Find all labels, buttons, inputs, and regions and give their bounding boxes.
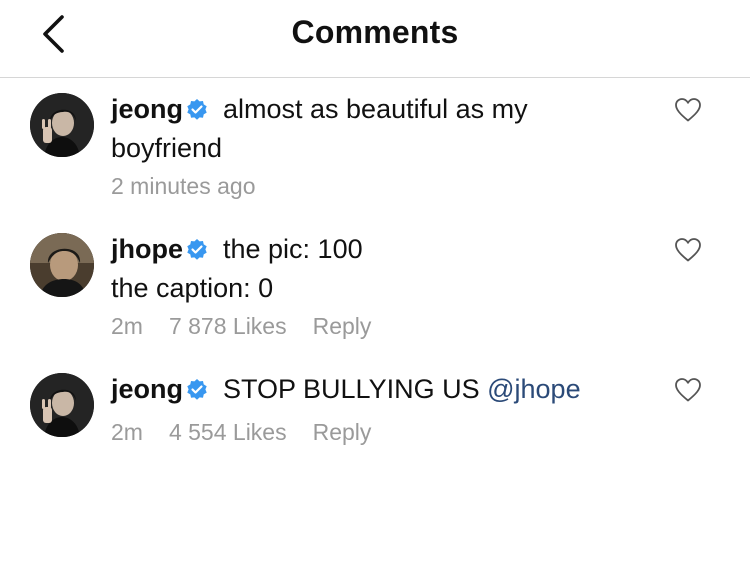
username[interactable]: jeong [111,374,183,404]
likes-count[interactable]: 7 878 Likes [169,313,287,339]
comment-body-line2: boyfriend [111,133,223,163]
mention-link[interactable]: @jhope [487,374,580,404]
header-bar: Comments [0,0,750,78]
timestamp: 2m [111,313,143,339]
heart-outline-icon[interactable] [674,377,702,403]
comment-meta: 2m 7 878 Likes Reply [111,313,397,340]
comment-body-line2: the caption: 0 [111,273,274,303]
likes-count[interactable]: 4 554 Likes [169,419,287,445]
verified-badge-icon [185,96,209,131]
comment-text: jhope the pic: 100 the caption: 0 [111,232,631,306]
reply-button[interactable]: Reply [313,313,372,339]
avatar[interactable] [30,93,94,157]
heart-outline-icon[interactable] [674,237,702,263]
heart-outline-icon[interactable] [674,97,702,123]
comment-body: almost as beautiful as my [223,94,528,124]
comment-meta: 2 minutes ago [111,173,281,200]
comment-body: the pic: 100 [223,234,363,264]
avatar[interactable] [30,373,94,437]
comment-body: STOP BULLYING US [223,374,480,404]
timestamp: 2m [111,419,143,445]
comment-text: jeong almost as beautiful as my boyfriend [111,92,631,166]
reply-button[interactable]: Reply [313,419,372,445]
page-title: Comments [291,14,459,50]
comment-text: jeong STOP BULLYING US @jhope [111,372,631,411]
verified-badge-icon [185,376,209,411]
username[interactable]: jhope [111,234,183,264]
verified-badge-icon [185,236,209,271]
timestamp: 2 minutes ago [111,173,256,199]
comment-meta: 2m 4 554 Likes Reply [111,419,397,446]
username[interactable]: jeong [111,94,183,124]
avatar[interactable] [30,233,94,297]
